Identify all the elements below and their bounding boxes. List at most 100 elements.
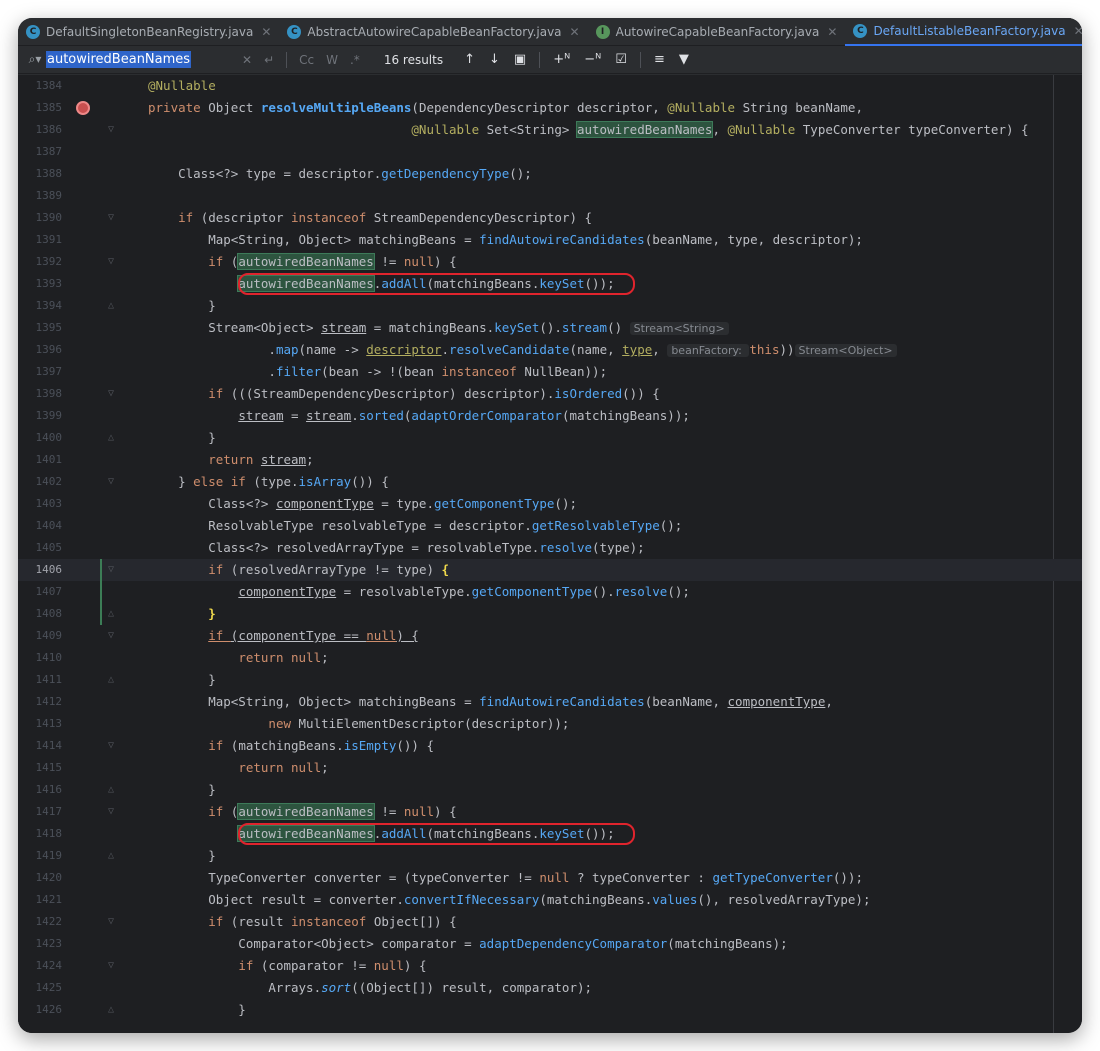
match-case-toggle[interactable]: Cc <box>299 53 314 67</box>
fold-marker-icon[interactable]: ▽ <box>106 955 116 977</box>
search-icon[interactable]: ⌕▾ <box>24 52 46 67</box>
code-line[interactable]: 1419 △ } <box>18 845 1082 867</box>
fold-marker-icon[interactable]: ▽ <box>106 119 116 141</box>
line-number[interactable]: 1405 <box>18 537 63 559</box>
vcs-change-marker[interactable] <box>100 559 102 625</box>
code-line[interactable]: 1388 Class<?> type = descriptor.getDepen… <box>18 163 1082 185</box>
close-tab-icon[interactable]: ✕ <box>1074 24 1082 38</box>
line-number[interactable]: 1425 <box>18 977 63 999</box>
fold-marker-icon[interactable]: ▽ <box>106 471 116 493</box>
breakpoint-icon[interactable] <box>76 101 90 115</box>
line-number[interactable]: 1426 <box>18 999 63 1021</box>
fold-marker-icon[interactable]: △ <box>106 779 116 801</box>
code-line[interactable]: 1391 Map<String, Object> matchingBeans =… <box>18 229 1082 251</box>
search-input[interactable]: autowiredBeanNames <box>46 50 236 70</box>
line-number[interactable]: 1385 <box>18 97 63 119</box>
code-line[interactable]: 1417 ▽ if (autowiredBeanNames != null) { <box>18 801 1082 823</box>
code-line[interactable]: 1426 △ } <box>18 999 1082 1021</box>
line-number[interactable]: 1424 <box>18 955 63 977</box>
whole-words-toggle[interactable]: W <box>326 53 338 67</box>
code-line[interactable]: 1398 ▽ if (((StreamDependencyDescriptor) … <box>18 383 1082 405</box>
fold-marker-icon[interactable]: ▽ <box>106 735 116 757</box>
line-number[interactable]: 1396 <box>18 339 63 361</box>
code-line[interactable]: 1405 Class<?> resolvedArrayType = resolv… <box>18 537 1082 559</box>
code-line[interactable]: 1394 △ } <box>18 295 1082 317</box>
line-number[interactable]: 1410 <box>18 647 63 669</box>
regex-toggle[interactable]: .* <box>350 53 360 67</box>
line-number[interactable]: 1415 <box>18 757 63 779</box>
code-line[interactable]: 1416 △ } <box>18 779 1082 801</box>
fold-marker-icon[interactable]: ▽ <box>106 251 116 273</box>
line-number[interactable]: 1394 <box>18 295 63 317</box>
line-number[interactable]: 1423 <box>18 933 63 955</box>
line-number[interactable]: 1407 <box>18 581 63 603</box>
code-line[interactable]: 1402 ▽ } else if (type.isArray()) { <box>18 471 1082 493</box>
line-number[interactable]: 1401 <box>18 449 63 471</box>
code-line[interactable]: 1401 return stream; <box>18 449 1082 471</box>
editor-tab[interactable]: I AutowireCapableBeanFactory.java ✕ <box>588 18 846 46</box>
code-line[interactable]: 1420 TypeConverter converter = (typeConv… <box>18 867 1082 889</box>
close-tab-icon[interactable]: ✕ <box>261 25 271 39</box>
line-number[interactable]: 1404 <box>18 515 63 537</box>
code-line[interactable]: 1396 .map(name -> descriptor.resolveCand… <box>18 339 1082 361</box>
code-line[interactable]: 1409 ▽ if (componentType == null) { <box>18 625 1082 647</box>
line-number[interactable]: 1406 <box>18 559 63 581</box>
line-number[interactable]: 1388 <box>18 163 63 185</box>
line-number[interactable]: 1390 <box>18 207 63 229</box>
fold-marker-icon[interactable]: △ <box>106 427 116 449</box>
line-number[interactable]: 1412 <box>18 691 63 713</box>
line-number[interactable]: 1403 <box>18 493 63 515</box>
code-line[interactable]: 1395 Stream<Object> stream = matchingBea… <box>18 317 1082 339</box>
code-line[interactable]: 1412 Map<String, Object> matchingBeans =… <box>18 691 1082 713</box>
line-number[interactable]: 1409 <box>18 625 63 647</box>
line-number[interactable]: 1395 <box>18 317 63 339</box>
line-number[interactable]: 1391 <box>18 229 63 251</box>
fold-marker-icon[interactable]: △ <box>106 999 116 1021</box>
line-number[interactable]: 1417 <box>18 801 63 823</box>
line-number[interactable]: 1384 <box>18 75 63 97</box>
fold-marker-icon[interactable]: △ <box>106 295 116 317</box>
editor-tab[interactable]: C DefaultListableBeanFactory.java ✕ <box>845 18 1082 46</box>
line-number[interactable]: 1402 <box>18 471 63 493</box>
close-tab-icon[interactable]: ✕ <box>570 25 580 39</box>
close-tab-icon[interactable]: ✕ <box>827 25 837 39</box>
add-occurrence-icon[interactable]: +ᴺ <box>553 52 570 67</box>
filter-icon[interactable]: ▼ <box>679 52 689 67</box>
line-number[interactable]: 1389 <box>18 185 63 207</box>
code-line[interactable]: 1404 ResolvableType resolvableType = des… <box>18 515 1082 537</box>
code-line[interactable]: 1424 ▽ if (comparator != null) { <box>18 955 1082 977</box>
code-line[interactable]: 1392 ▽ if (autowiredBeanNames != null) { <box>18 251 1082 273</box>
code-line[interactable]: 1400 △ } <box>18 427 1082 449</box>
line-number[interactable]: 1408 <box>18 603 63 625</box>
line-number[interactable]: 1393 <box>18 273 63 295</box>
code-line[interactable]: 1397 .filter(bean -> !(bean instanceof N… <box>18 361 1082 383</box>
fold-marker-icon[interactable]: ▽ <box>106 625 116 647</box>
line-number[interactable]: 1387 <box>18 141 63 163</box>
code-line[interactable]: 1399 stream = stream.sorted(adaptOrderCo… <box>18 405 1082 427</box>
code-line[interactable]: 1385 private Object resolveMultipleBeans(… <box>18 97 1082 119</box>
select-all-occurrences-icon[interactable]: ☑ <box>615 52 627 67</box>
code-line[interactable]: 1406 ▽ if (resolvedArrayType != type) { <box>18 559 1082 581</box>
line-number[interactable]: 1418 <box>18 823 63 845</box>
code-line[interactable]: 1414 ▽ if (matchingBeans.isEmpty()) { <box>18 735 1082 757</box>
code-line[interactable]: 1421 Object result = converter.convertIf… <box>18 889 1082 911</box>
code-line[interactable]: 1386 ▽ @Nullable Set<String> autowiredBea… <box>18 119 1082 141</box>
code-line[interactable]: 1411 △ } <box>18 669 1082 691</box>
search-in-selection-icon[interactable]: ≡ <box>654 52 665 67</box>
fold-marker-icon[interactable]: ▽ <box>106 383 116 405</box>
next-occurrence-icon[interactable]: ↓ <box>489 52 500 67</box>
code-line[interactable]: 1389 <box>18 185 1082 207</box>
code-line[interactable]: 1407 componentType = resolvableType.getC… <box>18 581 1082 603</box>
open-in-window-icon[interactable]: ▣ <box>514 52 526 67</box>
line-number[interactable]: 1414 <box>18 735 63 757</box>
editor-tab[interactable]: C AbstractAutowireCapableBeanFactory.java… <box>279 18 587 46</box>
code-line[interactable]: 1410 return null; <box>18 647 1082 669</box>
line-number[interactable]: 1420 <box>18 867 63 889</box>
line-number[interactable]: 1399 <box>18 405 63 427</box>
previous-occurrence-icon[interactable]: ↑ <box>464 52 475 67</box>
line-number[interactable]: 1392 <box>18 251 63 273</box>
editor-tab[interactable]: C DefaultSingletonBeanRegistry.java ✕ <box>18 18 279 46</box>
line-number[interactable]: 1422 <box>18 911 63 933</box>
line-number[interactable]: 1397 <box>18 361 63 383</box>
line-number[interactable]: 1386 <box>18 119 63 141</box>
